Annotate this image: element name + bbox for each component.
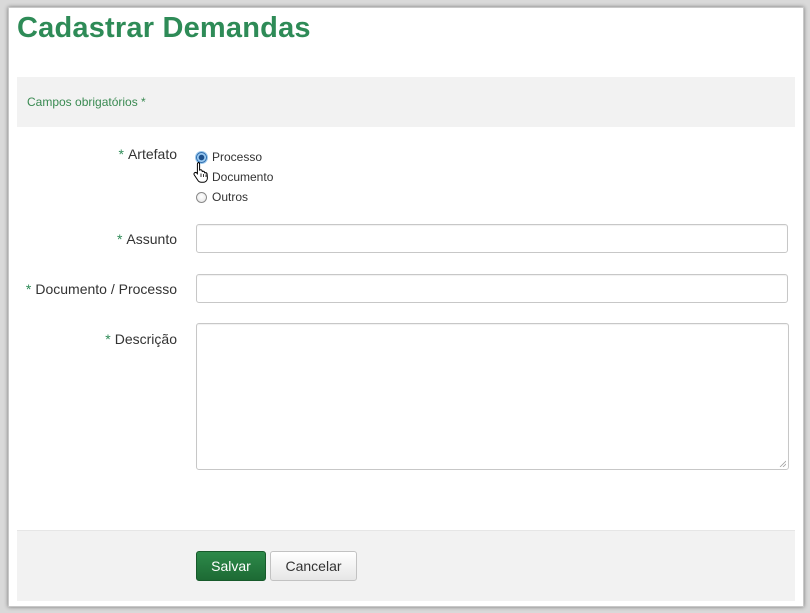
documento-processo-input[interactable] — [196, 274, 788, 303]
required-asterisk: * — [116, 231, 123, 247]
assunto-label: * Assunto — [117, 231, 177, 247]
radio-processo[interactable] — [196, 151, 207, 163]
documento-processo-label-text: Documento / Processo — [35, 281, 177, 297]
artefato-label-text: Artefato — [127, 146, 177, 162]
descricao-textarea[interactable] — [196, 323, 789, 470]
save-button[interactable]: Salvar — [196, 551, 266, 581]
radio-option-outros[interactable]: Outros — [196, 187, 273, 207]
resize-grip-icon[interactable] — [779, 460, 786, 467]
radio-label-outros[interactable]: Outros — [212, 190, 248, 204]
page-title: Cadastrar Demandas — [17, 12, 311, 44]
radio-option-processo[interactable]: Processo — [196, 147, 273, 167]
required-fields-text: Campos obrigatórios * — [27, 95, 146, 109]
documento-processo-label: * Documento / Processo — [26, 281, 177, 297]
form-actions-bar: Salvar Cancelar — [17, 530, 795, 601]
artefato-label: * Artefato — [119, 146, 177, 162]
radio-label-documento[interactable]: Documento — [212, 170, 273, 184]
cancel-button[interactable]: Cancelar — [270, 551, 357, 581]
required-asterisk: * — [105, 331, 111, 347]
form-window: Cadastrar Demandas Campos obrigatórios *… — [8, 7, 804, 607]
artefato-radio-group: Processo Documento Outros — [193, 147, 273, 207]
assunto-label-text: Assunto — [126, 231, 177, 247]
descricao-label: * Descrição — [105, 331, 177, 347]
radio-outros[interactable] — [196, 191, 207, 203]
required-asterisk: * — [25, 281, 32, 297]
required-fields-notice: Campos obrigatórios * — [17, 77, 795, 127]
radio-label-processo[interactable]: Processo — [212, 150, 262, 164]
descricao-label-text: Descrição — [114, 331, 177, 347]
assunto-input[interactable] — [196, 224, 788, 253]
radio-option-documento[interactable]: Documento — [196, 167, 273, 187]
required-asterisk: * — [118, 146, 124, 162]
